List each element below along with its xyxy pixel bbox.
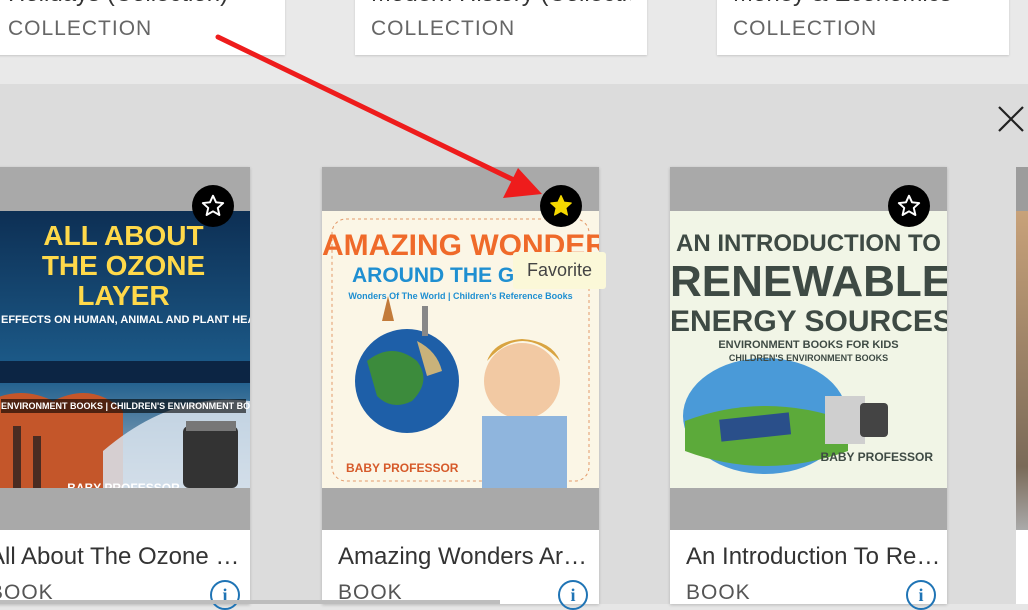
- annotation-arrow-icon: [215, 34, 542, 198]
- horizontal-scrollbar[interactable]: [0, 600, 500, 604]
